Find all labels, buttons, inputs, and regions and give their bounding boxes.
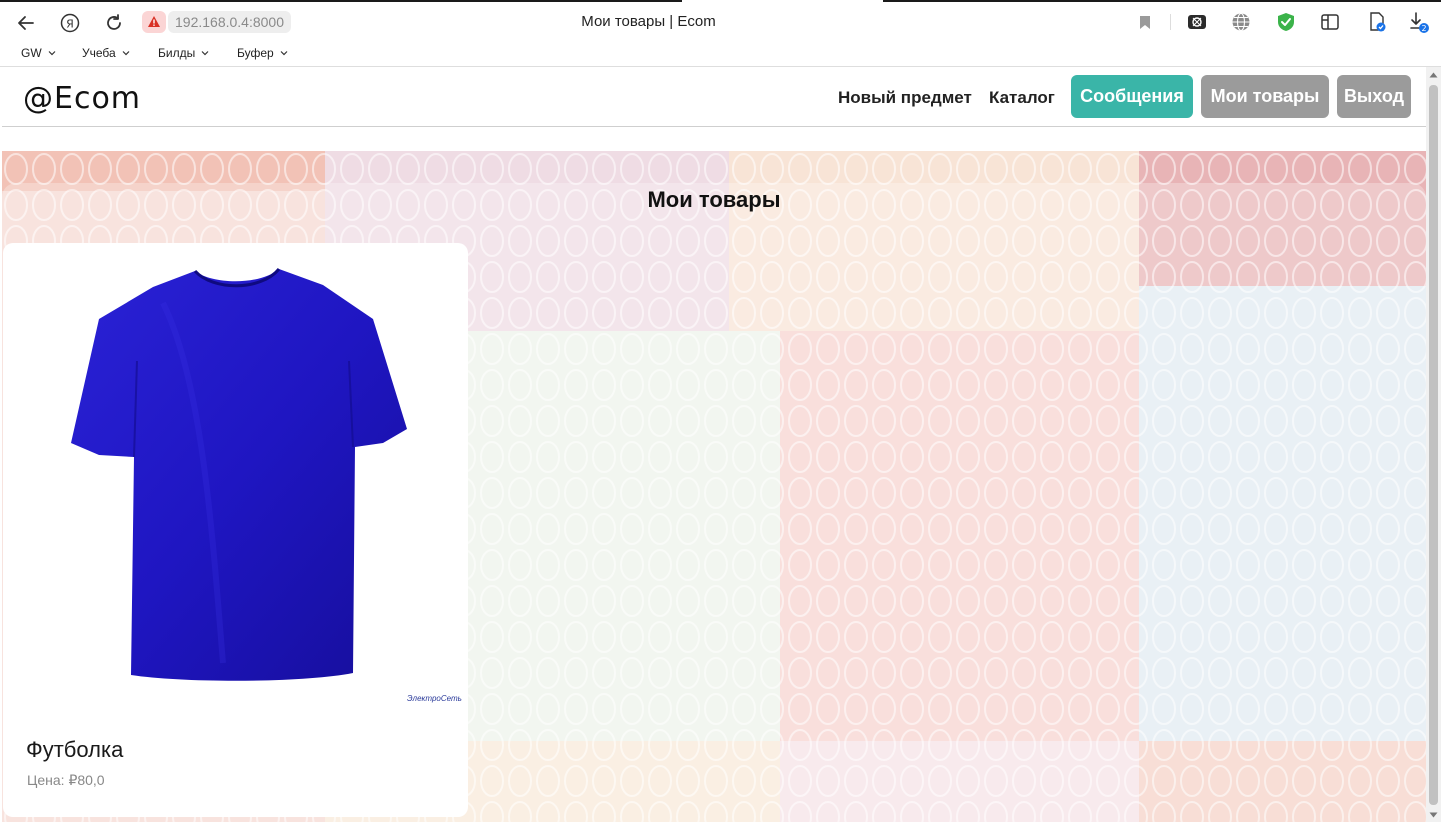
scroll-down-icon[interactable] — [1429, 811, 1438, 819]
nav-catalog-link[interactable]: Каталог — [989, 88, 1055, 108]
bookmark-label: Учеба — [82, 46, 116, 60]
toolbar-divider — [1170, 14, 1171, 30]
extension-icon[interactable] — [1186, 11, 1208, 33]
browser-toolbar: Я 192.168.0.4:8000 Мои товары | Ecom 2 — [0, 0, 1441, 44]
product-name[interactable]: Футболка — [26, 737, 123, 763]
product-card[interactable]: ЭлектроСеть Футболка Цена: ₽80,0 — [3, 243, 468, 817]
bookmark-folder-bufer[interactable]: Буфер — [237, 46, 288, 60]
chevron-down-icon — [48, 51, 56, 56]
product-price: Цена: ₽80,0 — [27, 772, 105, 788]
nav-logout-button[interactable]: Выход — [1337, 75, 1411, 118]
nav-new-item-link[interactable]: Новый предмет — [838, 88, 972, 108]
document-check-icon[interactable] — [1366, 11, 1388, 33]
chevron-down-icon — [280, 51, 288, 56]
bookmark-label: GW — [21, 46, 42, 60]
image-watermark: ЭлектроСеть — [407, 694, 462, 703]
bookmarks-bar: GW Учеба Билды Буфер — [0, 44, 1441, 66]
nav-my-items-button[interactable]: Мои товары — [1201, 75, 1329, 118]
bookmark-folder-ucheba[interactable]: Учеба — [82, 46, 130, 60]
product-image[interactable] — [3, 243, 468, 721]
downloads-icon[interactable]: 2 — [1408, 11, 1430, 33]
tab-indicator — [883, 0, 1441, 2]
bookmark-folder-bildy[interactable]: Билды — [158, 46, 209, 60]
chevron-down-icon — [201, 51, 209, 56]
tab-title: Мои товары | Ecom — [581, 13, 716, 30]
globe-icon[interactable] — [1230, 11, 1252, 33]
bookmark-folder-gw[interactable]: GW — [21, 46, 56, 60]
page-viewport: @Ecom Новый предмет Каталог Сообщения Мо… — [0, 66, 1441, 822]
page-title: Мои товары — [647, 187, 781, 212]
sidebar-panel-icon[interactable] — [1319, 11, 1341, 33]
page-scrollbar[interactable] — [1426, 67, 1441, 822]
nav-messages-button[interactable]: Сообщения — [1071, 75, 1193, 118]
site-header: @Ecom Новый предмет Каталог Сообщения Мо… — [2, 67, 1426, 127]
bookmark-label: Билды — [158, 46, 196, 60]
downloads-badge: 2 — [1421, 24, 1426, 33]
scroll-up-icon[interactable] — [1429, 71, 1438, 79]
bookmark-label: Буфер — [237, 46, 274, 60]
shield-icon[interactable] — [1275, 11, 1297, 33]
bookmark-icon[interactable] — [1134, 11, 1156, 33]
scroll-thumb[interactable] — [1429, 85, 1438, 805]
site-logo[interactable]: @Ecom — [23, 81, 141, 116]
tab-indicator — [0, 0, 682, 2]
chevron-down-icon — [122, 51, 130, 56]
